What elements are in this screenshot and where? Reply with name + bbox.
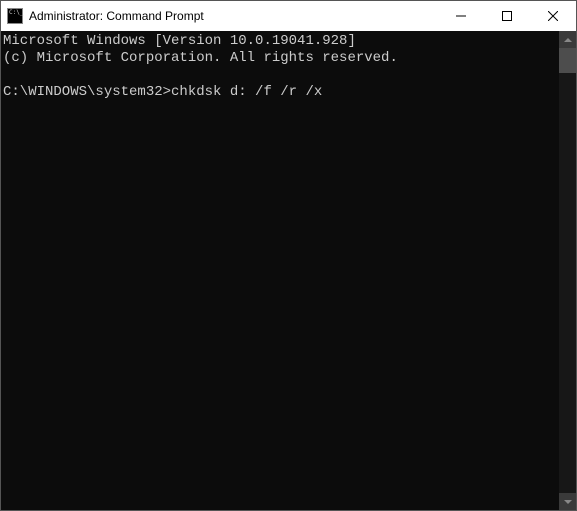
window-controls (438, 1, 576, 31)
scroll-down-button[interactable] (559, 493, 576, 510)
scroll-up-button[interactable] (559, 31, 576, 48)
title-left: Administrator: Command Prompt (1, 8, 438, 24)
scroll-track[interactable] (559, 48, 576, 493)
chevron-up-icon (564, 38, 572, 42)
console-command: chkdsk d: /f /r /x (171, 84, 322, 100)
cmd-icon (7, 8, 23, 24)
maximize-icon (502, 11, 512, 21)
console-area: Microsoft Windows [Version 10.0.19041.92… (1, 31, 576, 510)
close-button[interactable] (530, 1, 576, 31)
console-prompt: C:\WINDOWS\system32> (3, 84, 171, 100)
console-output[interactable]: Microsoft Windows [Version 10.0.19041.92… (1, 31, 559, 510)
minimize-icon (456, 11, 466, 21)
vertical-scrollbar[interactable] (559, 31, 576, 510)
scroll-thumb[interactable] (559, 48, 576, 73)
console-line: (c) Microsoft Corporation. All rights re… (3, 50, 398, 66)
close-icon (548, 11, 558, 21)
console-line: Microsoft Windows [Version 10.0.19041.92… (3, 33, 356, 49)
chevron-down-icon (564, 500, 572, 504)
window-title: Administrator: Command Prompt (29, 9, 204, 23)
maximize-button[interactable] (484, 1, 530, 31)
minimize-button[interactable] (438, 1, 484, 31)
command-prompt-window: Administrator: Command Prompt Microsoft … (0, 0, 577, 511)
titlebar[interactable]: Administrator: Command Prompt (1, 1, 576, 31)
